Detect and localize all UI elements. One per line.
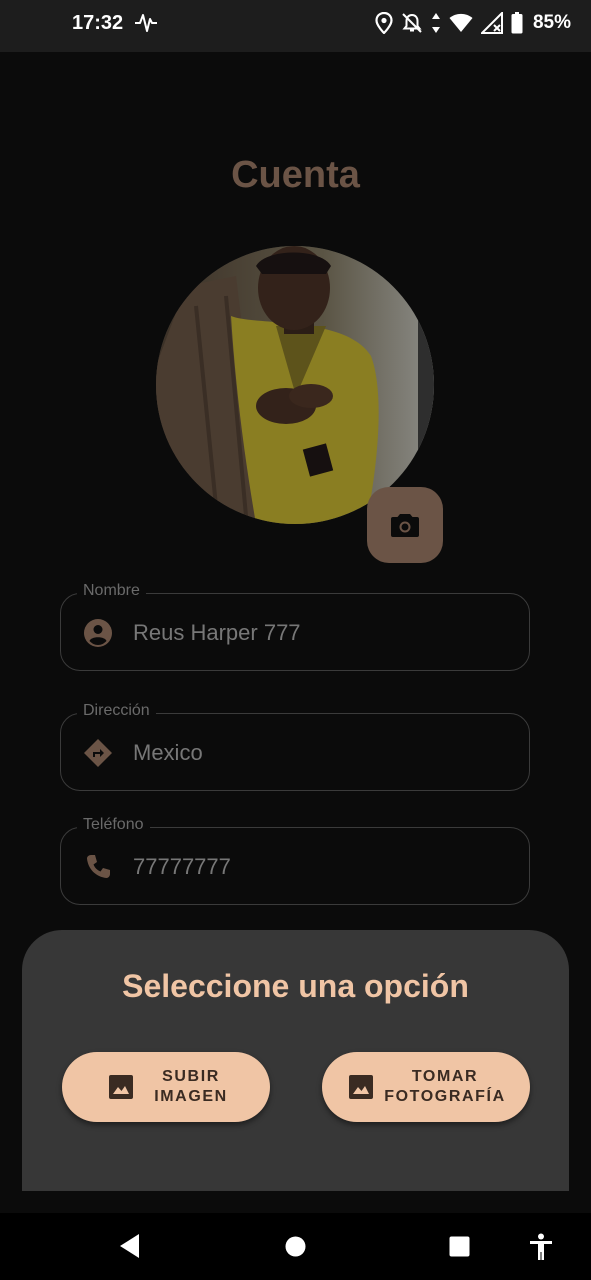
- battery-icon: [511, 12, 523, 34]
- address-field[interactable]: Dirección Mexico: [60, 702, 530, 791]
- take-photo-label: TOMAR FOTOGRAFÍA: [384, 1068, 506, 1105]
- location-icon: [375, 12, 393, 34]
- cell-signal-icon: [480, 12, 503, 34]
- profile-photo: [156, 246, 434, 524]
- take-photo-button[interactable]: TOMAR FOTOGRAFÍA: [322, 1052, 530, 1122]
- recents-icon[interactable]: [449, 1236, 470, 1257]
- address-field-label: Dirección: [77, 702, 156, 720]
- upload-image-label: SUBIR IMAGEN: [154, 1068, 228, 1105]
- change-photo-button[interactable]: [367, 487, 443, 563]
- home-icon[interactable]: [285, 1236, 306, 1257]
- phone-input[interactable]: 77777777: [133, 854, 231, 880]
- back-icon[interactable]: [119, 1233, 141, 1259]
- upload-image-button[interactable]: SUBIR IMAGEN: [62, 1052, 270, 1122]
- address-input[interactable]: Mexico: [133, 740, 203, 766]
- sheet-title: Seleccione una opción: [122, 968, 469, 1004]
- name-field[interactable]: Nombre Reus Harper 777: [60, 582, 530, 671]
- name-field-label: Nombre: [77, 582, 146, 600]
- directions-icon: [84, 739, 112, 767]
- avatar[interactable]: [156, 246, 434, 524]
- phone-field[interactable]: Teléfono 77777777: [60, 816, 530, 905]
- notifications-off-icon: [402, 13, 422, 33]
- phone-field-label: Teléfono: [77, 816, 150, 834]
- image-icon: [109, 1075, 133, 1099]
- name-input[interactable]: Reus Harper 777: [133, 620, 301, 646]
- wifi-icon: [449, 13, 473, 32]
- data-arrows-icon: [431, 13, 440, 33]
- phone-icon: [87, 855, 110, 878]
- photo-option-sheet: Seleccione una opción SUBIR IMAGEN TOMAR…: [22, 930, 569, 1191]
- page-title: Cuenta: [231, 154, 360, 196]
- activity-pulse-icon: [135, 14, 157, 32]
- status-bar: 17:32 85%: [0, 0, 591, 52]
- account-circle-icon: [84, 619, 112, 647]
- status-time: 17:32: [72, 12, 124, 34]
- image-icon: [349, 1075, 373, 1099]
- system-nav-bar: [0, 1213, 591, 1280]
- accessibility-icon[interactable]: [529, 1233, 553, 1261]
- account-screen: Cuenta Nombre Reus Harper 777 Dirección …: [0, 52, 591, 1213]
- camera-icon: [391, 514, 419, 537]
- battery-level: 85%: [532, 12, 571, 33]
